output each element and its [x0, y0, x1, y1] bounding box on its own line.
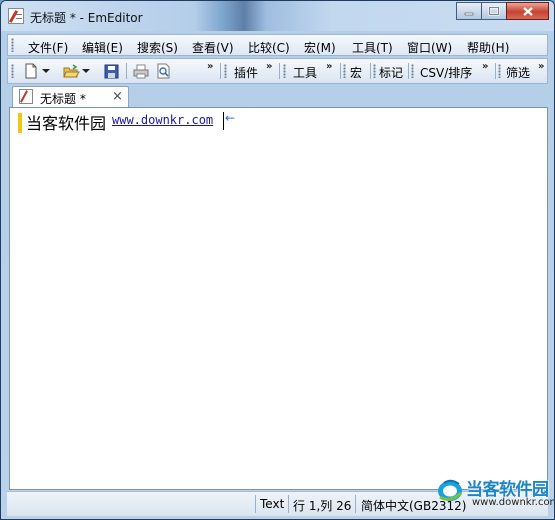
plugins-overflow-icon[interactable]: » [266, 61, 272, 72]
print-icon [133, 64, 149, 78]
maximize-icon [488, 6, 500, 16]
tab-close-icon[interactable]: × [112, 89, 123, 104]
open-folder-icon [62, 63, 80, 77]
save-button[interactable] [102, 62, 120, 80]
toolbar: » 插件 » 工具 » 宏 标记 CSV/排序 » 筛选 » [7, 58, 548, 84]
menu-help[interactable]: 帮助(H) [467, 39, 509, 56]
toolbar-grip-icon[interactable] [11, 64, 14, 78]
toolbar-separator [279, 63, 280, 79]
tab-untitled[interactable]: 无标题 * × [12, 86, 129, 107]
dropdown-arrow-icon [42, 69, 50, 73]
window-title: 无标题 * - EmEditor [30, 11, 143, 25]
csv-toolbar-grip-icon[interactable] [411, 64, 414, 78]
csv-sort-toolbar-label[interactable]: CSV/排序 [420, 64, 472, 81]
filter-toolbar-label[interactable]: 筛选 [506, 64, 530, 81]
maximize-button[interactable] [481, 2, 507, 20]
editor-line-url[interactable]: www.downkr.com [112, 113, 213, 127]
toolbar-separator [370, 63, 371, 79]
menu-search[interactable]: 搜索(S) [137, 39, 178, 56]
macros-toolbar-grip-icon[interactable] [343, 64, 346, 78]
plugins-toolbar-grip-icon[interactable] [224, 64, 227, 78]
print-button[interactable] [132, 62, 150, 80]
editor-line-text: 当客软件园 [26, 114, 107, 133]
menu-window[interactable]: 窗口(W) [407, 39, 452, 56]
text-editor[interactable]: 当客软件园 www.downkr.com ← [9, 107, 548, 490]
downkr-logo-icon [438, 479, 463, 501]
title-bar[interactable]: 无标题 * - EmEditor [1, 1, 554, 31]
save-icon [104, 64, 118, 78]
marks-toolbar-label[interactable]: 标记 [379, 64, 403, 81]
menu-tools[interactable]: 工具(T) [352, 39, 393, 56]
print-preview-button[interactable] [154, 62, 172, 80]
open-dropdown[interactable] [80, 62, 92, 80]
minimize-button[interactable] [456, 2, 482, 20]
new-file-dropdown[interactable] [40, 62, 52, 80]
menu-compare[interactable]: 比较(C) [248, 39, 290, 56]
text-caret [223, 112, 224, 130]
dropdown-arrow-icon [82, 69, 90, 73]
filter-toolbar-grip-icon[interactable] [498, 64, 501, 78]
status-mode[interactable]: Text [260, 497, 284, 511]
status-separator [288, 495, 289, 513]
plugins-toolbar-label[interactable]: 插件 [234, 64, 258, 81]
menu-bar: 文件(F) 编辑(E) 搜索(S) 查看(V) 比较(C) 宏(M) 工具(T)… [7, 34, 548, 56]
new-file-button[interactable] [22, 62, 40, 80]
modified-line-marker [18, 113, 22, 133]
emeditor-app-icon[interactable] [8, 8, 24, 24]
tools-overflow-icon[interactable]: » [326, 61, 332, 72]
print-preview-icon [157, 63, 169, 79]
new-file-icon [25, 63, 37, 79]
app-window: 无标题 * - EmEditor 文件(F) 编辑(E) 搜索(S) 查看(V)… [0, 0, 555, 520]
csv-overflow-icon[interactable]: » [482, 61, 488, 72]
toolbar-separator [408, 63, 409, 79]
tools-toolbar-grip-icon[interactable] [283, 64, 286, 78]
end-of-line-icon: ← [225, 111, 236, 125]
status-position[interactable]: 行 1,列 26 [293, 497, 351, 514]
close-icon [522, 6, 533, 16]
menu-macros[interactable]: 宏(M) [304, 39, 336, 56]
filter-overflow-icon[interactable]: » [538, 61, 544, 72]
minimize-icon [464, 12, 474, 16]
document-icon [19, 89, 33, 104]
status-separator [355, 495, 356, 513]
toolbar-overflow-icon[interactable]: » [207, 61, 213, 72]
tab-bar: 无标题 * × [7, 85, 548, 107]
toolbar-separator [495, 63, 496, 79]
watermark-url: www.downkr.com [472, 497, 555, 508]
close-button[interactable] [506, 2, 549, 20]
menu-edit[interactable]: 编辑(E) [82, 39, 123, 56]
tab-label: 无标题 * [40, 92, 86, 106]
menu-view[interactable]: 查看(V) [192, 39, 234, 56]
status-separator [255, 495, 256, 513]
marks-toolbar-grip-icon[interactable] [373, 64, 376, 78]
tools-toolbar-label[interactable]: 工具 [293, 64, 317, 81]
menubar-grip-icon[interactable] [11, 38, 14, 52]
toolbar-separator [340, 63, 341, 79]
menu-file[interactable]: 文件(F) [28, 39, 68, 56]
open-button[interactable] [62, 62, 80, 80]
toolbar-separator [126, 63, 127, 79]
toolbar-separator [220, 63, 221, 79]
watermark: 当客软件园 www.downkr.com [432, 475, 555, 515]
macros-toolbar-label[interactable]: 宏 [350, 64, 362, 81]
